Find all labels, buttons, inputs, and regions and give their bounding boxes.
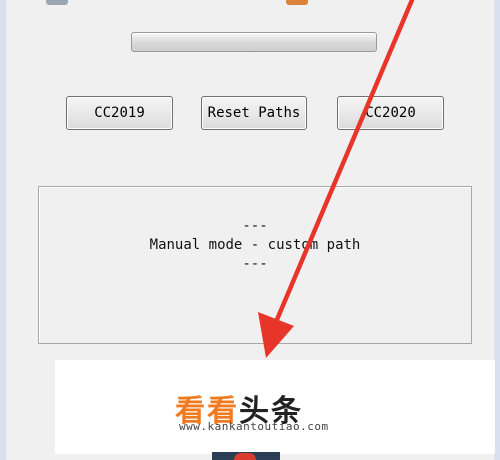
taskbar-thumbnail-icon xyxy=(212,452,280,460)
status-separator-bottom: --- xyxy=(242,256,268,272)
watermark-banner: 看看头条 www.kankantoutiao.com xyxy=(55,360,495,454)
window-accent-icon xyxy=(286,0,308,5)
cc2019-button[interactable]: CC2019 xyxy=(66,96,173,130)
status-panel: --- Manual mode - custom path --- xyxy=(38,186,472,344)
status-text: --- Manual mode - custom path --- xyxy=(39,217,471,274)
cc2020-button[interactable]: CC2020 xyxy=(337,96,444,130)
watermark-url: www.kankantoutiao.com xyxy=(179,420,329,433)
status-separator-top: --- xyxy=(242,218,268,234)
reset-paths-button[interactable]: Reset Paths xyxy=(201,96,307,130)
status-message: Manual mode - custom path xyxy=(149,237,361,253)
progress-bar xyxy=(131,32,377,52)
window-control-icon xyxy=(46,0,68,5)
